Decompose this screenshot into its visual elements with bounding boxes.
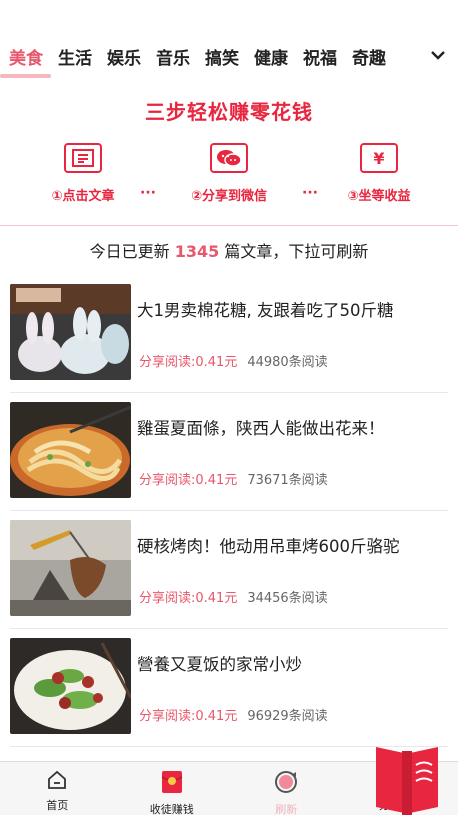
article-feed: 大1男卖棉花糖, 友跟着吃了50斤糖 分享阅读:0.41元 44980条阅读 雞蛋…: [0, 275, 458, 747]
article-earn: 分享阅读:0.41元: [139, 591, 238, 606]
article-reads: 96929条阅读: [247, 709, 328, 724]
article-thumbnail: [10, 402, 131, 498]
step-separator: ···: [302, 185, 318, 201]
article-earn: 分享阅读:0.41元: [139, 709, 238, 724]
tab-blessing[interactable]: 祝福: [303, 34, 337, 78]
article-title: 硬核烤肉！他动用吊車烤600斤骆驼: [137, 537, 400, 556]
article-title: 雞蛋夏面條，陕西人能做出花来！: [137, 419, 385, 438]
step-click-article[interactable]: ①点击文章: [23, 143, 143, 204]
article-reads: 44980条阅读: [247, 355, 328, 370]
article-title: 大1男卖棉花糖, 友跟着吃了50斤糖: [137, 301, 394, 320]
article-thumbnail: [10, 638, 131, 734]
home-icon: [46, 770, 68, 794]
tab-health[interactable]: 健康: [254, 34, 288, 78]
step-wait-income[interactable]: ¥ ③坐等收益: [319, 143, 439, 204]
list-item[interactable]: 營養又夏饭的家常小炒 分享阅读:0.41元 96929条阅读: [10, 629, 448, 747]
nav-label: 刷新: [275, 803, 298, 815]
red-envelope-icon: [161, 770, 183, 798]
floating-share-icon[interactable]: [374, 743, 440, 815]
update-suffix: 篇文章，下拉可刷新: [224, 242, 369, 261]
tab-food[interactable]: 美食: [0, 34, 51, 78]
step-label: ②分享到微信: [190, 189, 267, 204]
tab-funny[interactable]: 搞笑: [205, 34, 239, 78]
yuan-icon: ¥: [360, 143, 398, 173]
step-label: ③坐等收益: [347, 189, 411, 204]
step-share-wechat[interactable]: ②分享到微信: [169, 143, 289, 204]
article-meta: 分享阅读:0.41元 44980条阅读: [139, 351, 328, 370]
list-item[interactable]: 硬核烤肉！他动用吊車烤600斤骆驼 分享阅读:0.41元 34456条阅读: [10, 511, 448, 629]
article-meta: 分享阅读:0.41元 73671条阅读: [139, 469, 328, 488]
article-meta: 分享阅读:0.41元 34456条阅读: [139, 587, 328, 606]
tab-life[interactable]: 生活: [58, 34, 92, 78]
nav-recruit[interactable]: 收徒赚钱: [115, 762, 230, 815]
article-thumbnail: [10, 284, 131, 380]
tab-music[interactable]: 音乐: [156, 34, 190, 78]
article-thumbnail: [10, 520, 131, 616]
list-item[interactable]: 雞蛋夏面條，陕西人能做出花来！ 分享阅读:0.41元 73671条阅读: [10, 393, 448, 511]
nav-home[interactable]: 首页: [0, 762, 115, 815]
step-separator: ···: [140, 185, 156, 201]
promo-panel: 三步轻松赚零花钱 ①点击文章 ··· ②分享到微信 ··· ¥ ③坐等收益: [0, 78, 458, 226]
article-earn: 分享阅读:0.41元: [139, 355, 238, 370]
article-meta: 分享阅读:0.41元 96929条阅读: [139, 705, 328, 724]
wechat-icon: [210, 143, 248, 173]
promo-title: 三步轻松赚零花钱: [145, 100, 313, 124]
tab-curious[interactable]: 奇趣: [352, 34, 386, 78]
nav-label: 首页: [46, 799, 69, 812]
nav-label: 收徒赚钱: [149, 803, 194, 815]
article-reads: 34456条阅读: [247, 591, 328, 606]
chevron-down-icon[interactable]: [428, 45, 448, 65]
update-prefix: 今日已更新: [89, 242, 170, 261]
article-earn: 分享阅读:0.41元: [139, 473, 238, 488]
refresh-icon: [273, 770, 299, 798]
article-title: 營養又夏饭的家常小炒: [137, 655, 302, 674]
nav-refresh[interactable]: 刷新: [229, 762, 344, 815]
list-item[interactable]: 大1男卖棉花糖, 友跟着吃了50斤糖 分享阅读:0.41元 44980条阅读: [10, 275, 448, 393]
step-label: ①点击文章: [51, 189, 115, 204]
update-count: 1345: [174, 242, 220, 261]
tab-entertainment[interactable]: 娱乐: [107, 34, 141, 78]
category-tabs: 美食 生活 娱乐 音乐 搞笑 健康 祝福 奇趣: [0, 34, 458, 78]
article-icon: [64, 143, 102, 173]
article-reads: 73671条阅读: [247, 473, 328, 488]
update-notice: 今日已更新 1345 篇文章，下拉可刷新: [0, 238, 458, 262]
